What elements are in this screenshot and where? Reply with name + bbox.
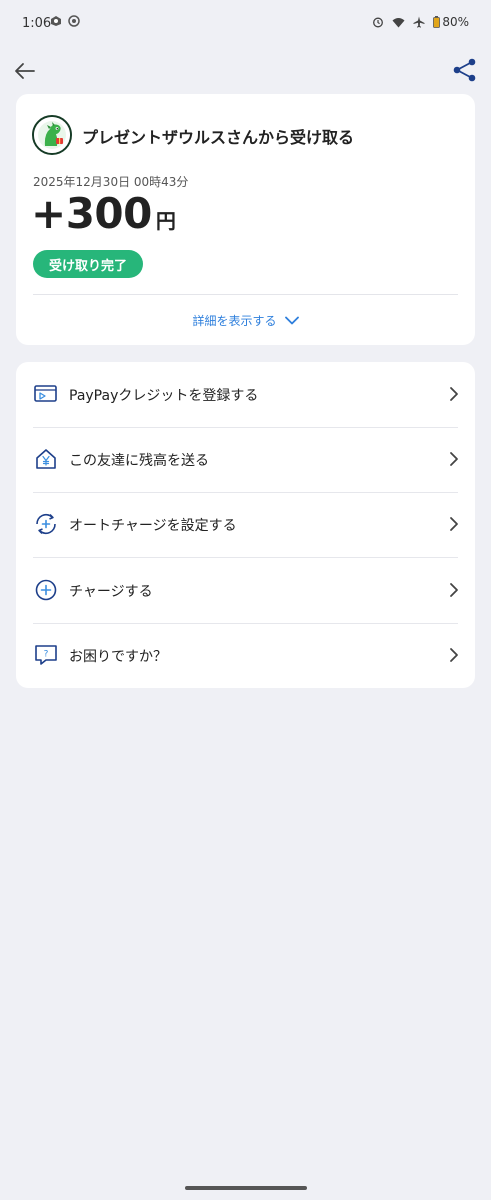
- share-button[interactable]: [451, 56, 479, 84]
- wifi-icon: [392, 17, 405, 27]
- amount-row: +300 円: [31, 190, 176, 238]
- battery-icon: [433, 16, 441, 28]
- battery-percentage: 80%: [442, 15, 469, 29]
- menu-item-charge[interactable]: チャージする: [16, 558, 475, 623]
- credit-card-icon: [34, 385, 57, 402]
- dinosaur-avatar-icon: [34, 117, 70, 153]
- chevron-right-icon: [450, 517, 458, 531]
- show-details-label: 詳細を表示する: [192, 314, 277, 328]
- help-chat-icon: ?: [35, 645, 57, 665]
- back-button[interactable]: [12, 58, 38, 84]
- actions-card: PayPayクレジットを登録する この友達に残高を送る オートチャージを設定する: [16, 362, 475, 688]
- airplane-mode-icon: [413, 16, 425, 28]
- transaction-amount: +300: [31, 189, 152, 238]
- status-bar: 1:06 80%: [0, 0, 491, 48]
- plus-circle-icon: [35, 579, 57, 601]
- menu-item-send-balance[interactable]: この友達に残高を送る: [16, 427, 475, 492]
- chevron-right-icon: [450, 648, 458, 662]
- home-indicator[interactable]: [185, 1186, 307, 1190]
- svg-text:?: ?: [44, 650, 49, 660]
- divider: [33, 294, 458, 295]
- chevron-right-icon: [450, 452, 458, 466]
- menu-item-label: チャージする: [69, 584, 153, 600]
- auto-charge-icon: [36, 513, 56, 535]
- menu-item-label: オートチャージを設定する: [69, 518, 237, 534]
- menu-item-register-credit[interactable]: PayPayクレジットを登録する: [16, 362, 475, 427]
- transaction-date: 2025年12月30日 00時43分: [33, 175, 189, 189]
- notification-icon: [51, 16, 61, 26]
- transaction-title: プレゼントザウルスさんから受け取る: [82, 128, 355, 147]
- alarm-icon: [373, 17, 384, 28]
- status-badge: 受け取り完了: [33, 250, 144, 278]
- menu-item-auto-charge[interactable]: オートチャージを設定する: [16, 492, 475, 557]
- chevron-right-icon: [450, 583, 458, 597]
- chevron-down-icon: [284, 316, 299, 325]
- currency-unit: 円: [155, 209, 176, 233]
- send-yen-icon: [36, 449, 56, 469]
- location-notification-icon: [68, 15, 80, 27]
- status-time: 1:06: [22, 16, 52, 31]
- transaction-card: プレゼントザウルスさんから受け取る 2025年12月30日 00時43分 +30…: [16, 94, 475, 345]
- top-navigation: [0, 52, 491, 92]
- show-details-button[interactable]: 詳細を表示する: [16, 312, 475, 329]
- menu-item-help[interactable]: ? お困りですか？: [16, 623, 475, 688]
- menu-item-label: お困りですか？: [69, 649, 167, 665]
- menu-item-label: PayPayクレジットを登録する: [69, 388, 259, 404]
- sender-avatar[interactable]: [32, 115, 72, 155]
- chevron-right-icon: [450, 387, 458, 401]
- menu-item-label: この友達に残高を送る: [69, 453, 209, 469]
